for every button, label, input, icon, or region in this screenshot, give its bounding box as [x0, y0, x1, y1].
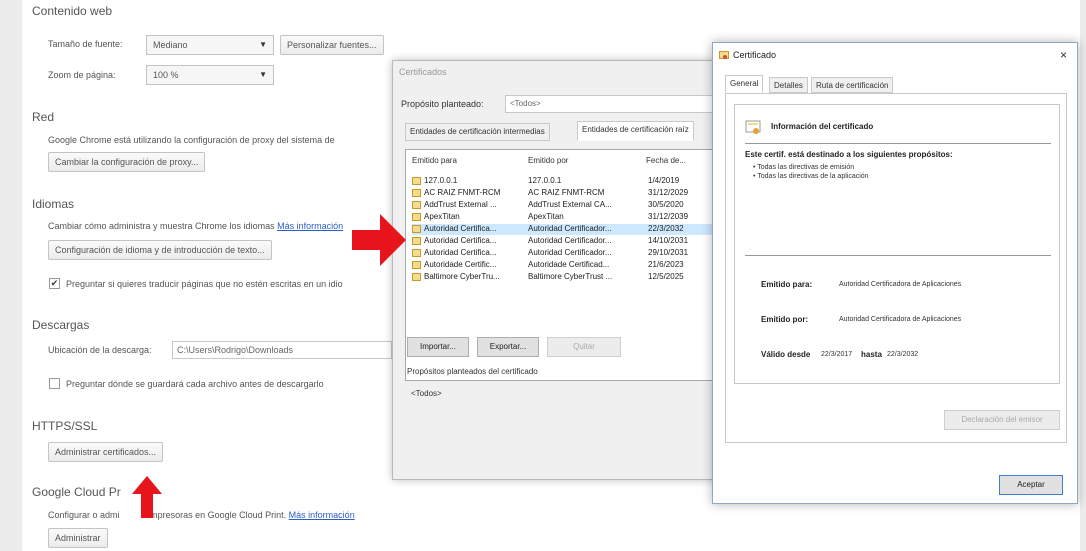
certificate-icon: [412, 189, 421, 197]
cloud-print-manage-button[interactable]: Administrar: [48, 528, 108, 548]
chevron-down-icon: ▼: [259, 40, 267, 49]
certificate-info-box: Información del certificado Este certif.…: [734, 104, 1060, 384]
customize-fonts-button[interactable]: Personalizar fuentes...: [280, 35, 384, 55]
chevron-down-icon: ▼: [259, 70, 267, 79]
languages-text: Cambiar cómo administra y muestra Chrome…: [48, 221, 275, 231]
valid-to-label: hasta: [861, 350, 882, 359]
zoom-label: Zoom de página:: [48, 70, 116, 80]
download-location-field[interactable]: C:\Users\Rodrigo\Downloads: [172, 341, 392, 359]
issued-to-value: Autoridad Certificadora de Aplicaciones: [839, 281, 962, 288]
purpose-heading: Este certif. está destinado a los siguie…: [745, 150, 953, 159]
certificate-icon: [412, 213, 421, 221]
certificate-icon: [412, 237, 421, 245]
certificate-icon: [412, 273, 421, 281]
tab-certification-path[interactable]: Ruta de certificación: [811, 77, 894, 93]
languages-heading: Idiomas: [32, 197, 75, 211]
font-size-value: Mediano: [153, 40, 188, 50]
tab-root-authorities[interactable]: Entidades de certificación raíz: [577, 121, 694, 141]
table-row[interactable]: Autoridad Certifica... Autoridad Certifi…: [412, 236, 722, 247]
cloud-print-heading: Google Cloud Pr: [32, 485, 121, 499]
table-row-selected[interactable]: Autoridad Certifica... Autoridad Certifi…: [412, 224, 722, 235]
export-button[interactable]: Exportar...: [477, 337, 539, 357]
https-ssl-heading: HTTPS/SSL: [32, 419, 98, 433]
downloads-heading: Descargas: [32, 318, 90, 332]
certificate-icon: [412, 249, 421, 257]
certificate-dialog-titlebar: Certificado ×: [713, 43, 1077, 69]
translate-checkbox-label: Preguntar si quieres traducir páginas qu…: [66, 279, 343, 289]
tab-details[interactable]: Detalles: [769, 77, 808, 93]
accept-button[interactable]: Aceptar: [999, 475, 1063, 495]
languages-description: Cambiar cómo administra y muestra Chrome…: [48, 221, 343, 231]
divider: [745, 143, 1051, 144]
purpose-label: Propósito planteado:: [401, 99, 484, 109]
certificate-icon: [412, 201, 421, 209]
zoom-select[interactable]: 100 % ▼: [146, 65, 274, 85]
purpose-select[interactable]: <Todos>: [505, 95, 725, 113]
ask-save-checkbox-label: Preguntar dónde se guardará cada archivo…: [66, 379, 324, 389]
issued-by-value: Autoridad Certificadora de Aplicaciones: [839, 316, 962, 323]
font-size-label: Tamaño de fuente:: [48, 39, 123, 49]
certificate-icon: [412, 261, 421, 269]
certificate-purposes-value: <Todos>: [411, 389, 442, 398]
ask-save-checkbox[interactable]: [49, 378, 60, 389]
download-location-label: Ubicación de la descarga:: [48, 345, 152, 355]
font-size-select[interactable]: Mediano ▼: [146, 35, 274, 55]
valid-from-value: 22/3/2017: [821, 351, 853, 358]
cloud-print-description: Configurar o admi r impresoras en Google…: [48, 510, 355, 520]
network-heading: Red: [32, 110, 55, 124]
language-settings-button[interactable]: Configuración de idioma y de introducció…: [48, 240, 272, 260]
certificate-icon: [412, 177, 421, 185]
issued-by-label: Emitido por:: [761, 315, 809, 324]
remove-button[interactable]: Quitar: [547, 337, 621, 357]
tab-general[interactable]: General: [725, 75, 764, 93]
column-header-issued-to[interactable]: Emitido para: [412, 156, 457, 165]
tab-intermediate-authorities[interactable]: Entidades de certificación intermedias: [405, 123, 550, 141]
manage-certificates-button[interactable]: Administrar certificados...: [48, 442, 164, 462]
certificate-dialog-title: Certificado: [733, 50, 777, 60]
divider: [745, 255, 1051, 256]
import-button[interactable]: Importar...: [407, 337, 469, 357]
zoom-value: 100 %: [153, 70, 179, 80]
certificate-icon: [719, 51, 729, 59]
table-row[interactable]: AC RAIZ FNMT-RCM AC RAIZ FNMT-RCM 31/12/…: [412, 188, 722, 199]
network-description: Google Chrome está utilizando la configu…: [48, 135, 335, 145]
column-header-issued-by[interactable]: Emitido por: [528, 156, 568, 165]
valid-to-value: 22/3/2032: [887, 351, 919, 358]
proxy-settings-button[interactable]: Cambiar la configuración de proxy...: [48, 152, 206, 172]
table-row[interactable]: Autoridad Certifica... Autoridad Certifi…: [412, 248, 722, 259]
close-icon[interactable]: ×: [1060, 48, 1067, 62]
table-row[interactable]: ApexTitan ApexTitan 31/12/2039: [412, 212, 722, 223]
red-arrow-right-icon: [352, 214, 406, 266]
certificate-info-icon: [745, 120, 761, 134]
certificate-info-title: Información del certificado: [771, 122, 874, 131]
issuer-statement-button[interactable]: Declaración del emisor: [944, 410, 1060, 430]
table-row[interactable]: AddTrust External ... AddTrust External …: [412, 200, 722, 211]
red-arrow-up-icon: [132, 476, 162, 518]
table-row[interactable]: Baltimore CyberTru... Baltimore CyberTru…: [412, 272, 722, 283]
table-row[interactable]: 127.0.0.1 127.0.0.1 1/4/2019: [412, 176, 722, 187]
certificates-dialog-title: Certificados: [399, 67, 447, 77]
table-row[interactable]: Autoridade Certific... Autoridade Certif…: [412, 260, 722, 271]
certificate-general-panel: Información del certificado Este certif.…: [725, 93, 1067, 443]
certificate-purposes-label: Propósitos planteados del certificado: [407, 367, 538, 376]
cloud-print-text: Configurar o admi: [48, 510, 120, 520]
certificates-dialog: Certificados Propósito planteado: <Todos…: [392, 60, 732, 480]
languages-more-info-link[interactable]: Más información: [277, 221, 343, 231]
web-content-heading: Contenido web: [32, 4, 113, 18]
issued-to-label: Emitido para:: [761, 280, 813, 289]
translate-checkbox[interactable]: ✔: [49, 278, 60, 289]
valid-from-label: Válido desde: [761, 350, 811, 359]
column-header-date[interactable]: Fecha de...: [646, 156, 686, 165]
purpose-item: • Todas las directivas de emisión: [753, 164, 855, 171]
certificate-icon: [412, 225, 421, 233]
cloud-print-more-info-link[interactable]: Más información: [289, 510, 355, 520]
cloud-print-text-2: r impresoras en Google Cloud Print.: [142, 510, 287, 520]
certificate-dialog: Certificado × General Detalles Ruta de c…: [712, 42, 1078, 504]
purpose-item: • Todas las directivas de la aplicación: [753, 173, 869, 180]
